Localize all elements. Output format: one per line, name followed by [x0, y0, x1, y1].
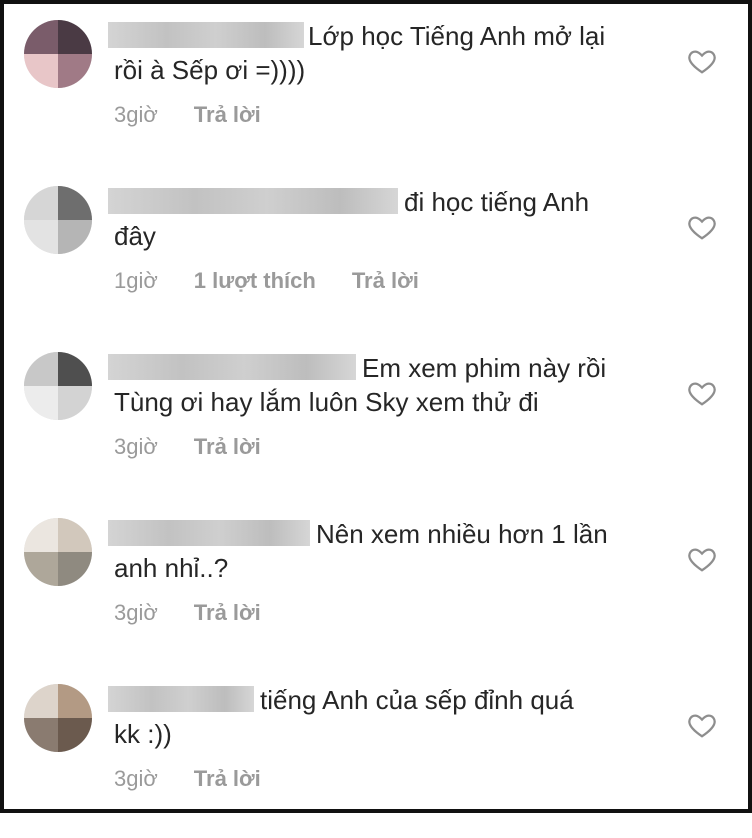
heart-icon[interactable]	[687, 378, 717, 408]
comment-meta: 3giờ Trả lời	[114, 600, 261, 626]
username-redacted[interactable]	[108, 686, 254, 712]
username-redacted[interactable]	[108, 22, 304, 48]
comment-text-continued: rồi à Sếp ơi =))))	[114, 55, 306, 85]
heart-icon[interactable]	[687, 46, 717, 76]
comment-item: Nên xem nhiều hơn 1 lần anh nhỉ..? 3giờ …	[4, 506, 748, 672]
username-redacted[interactable]	[108, 354, 356, 380]
reply-button[interactable]: Trả lời	[194, 766, 261, 792]
heart-icon[interactable]	[687, 710, 717, 740]
comment-meta: 3giờ Trả lời	[114, 102, 261, 128]
reply-button[interactable]: Trả lời	[194, 434, 261, 460]
comments-panel: Lớp học Tiếng Anh mở lại rồi à Sếp ơi =)…	[0, 0, 752, 813]
reply-button[interactable]: Trả lời	[194, 102, 261, 128]
comment-item: Em xem phim này rồi Tùng ơi hay lắm luôn…	[4, 340, 748, 506]
avatar[interactable]	[24, 20, 92, 88]
comment-time: 1giờ	[114, 268, 158, 293]
comment-time: 3giờ	[114, 600, 158, 625]
comment-item: đi học tiếng Anh đây 1giờ 1 lượt thích T…	[4, 174, 748, 340]
comment-text: Lớp học Tiếng Anh mở lại	[308, 21, 606, 51]
avatar[interactable]	[24, 684, 92, 752]
heart-icon[interactable]	[687, 212, 717, 242]
comment-text-continued: kk :))	[114, 719, 172, 749]
avatar[interactable]	[24, 352, 92, 420]
username-redacted[interactable]	[108, 188, 398, 214]
likes-count[interactable]: 1 lượt thích	[194, 268, 316, 294]
avatar[interactable]	[24, 518, 92, 586]
comment-meta: 1giờ 1 lượt thích Trả lời	[114, 268, 419, 294]
comment-text: Em xem phim này rồi	[362, 353, 607, 383]
comment-time: 3giờ	[114, 766, 158, 791]
comment-text-continued: đây	[114, 221, 156, 251]
avatar[interactable]	[24, 186, 92, 254]
comment-text-continued: Tùng ơi hay lắm luôn Sky xem thử đi	[114, 387, 539, 417]
comment-item: tiếng Anh của sếp đỉnh quá kk :)) 3giờ T…	[4, 672, 748, 838]
comment-text: Nên xem nhiều hơn 1 lần	[316, 519, 608, 549]
comment-item: Lớp học Tiếng Anh mở lại rồi à Sếp ơi =)…	[4, 8, 748, 174]
comment-meta: 3giờ Trả lời	[114, 766, 261, 792]
comment-time: 3giờ	[114, 102, 158, 127]
comment-text: tiếng Anh của sếp đỉnh quá	[260, 685, 574, 715]
reply-button[interactable]: Trả lời	[194, 600, 261, 626]
heart-icon[interactable]	[687, 544, 717, 574]
comment-time: 3giờ	[114, 434, 158, 459]
comment-text-continued: anh nhỉ..?	[114, 553, 229, 583]
comment-meta: 3giờ Trả lời	[114, 434, 261, 460]
comment-text: đi học tiếng Anh	[404, 187, 590, 217]
reply-button[interactable]: Trả lời	[352, 268, 419, 294]
username-redacted[interactable]	[108, 520, 310, 546]
